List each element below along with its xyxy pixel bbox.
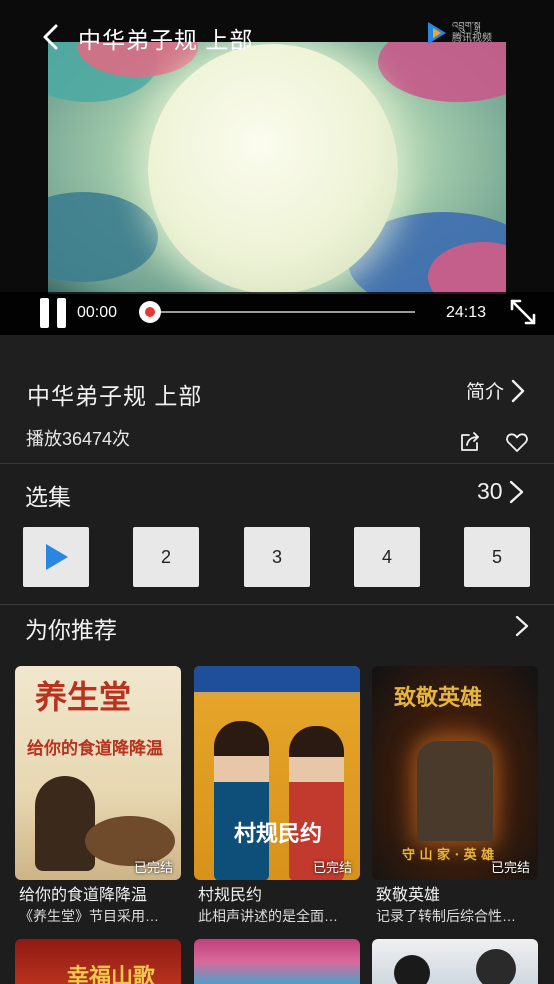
intro-link[interactable]: 简介 — [466, 377, 526, 404]
watermark: འབྲུག་སྒྲ 腾讯视频 — [426, 20, 492, 46]
play-icon — [46, 544, 68, 570]
poster-subheading: 给你的食道降降温 — [27, 739, 163, 759]
episode-list: 2 3 4 5 — [23, 527, 554, 587]
play-count: 播放36474次 — [26, 429, 131, 449]
card-title: 给你的食道降降温 — [19, 887, 148, 904]
recommend-card[interactable]: 村规民约 已完结 村规民约 此相声讲述的是全面… — [194, 666, 360, 936]
tencent-video-logo-icon — [428, 22, 446, 44]
share-icon[interactable] — [459, 431, 483, 453]
pause-button[interactable] — [40, 298, 68, 328]
episode-count: 30 — [477, 478, 503, 504]
poster-heading: 村规民约 — [234, 821, 323, 847]
poster-robot — [417, 741, 493, 841]
divider — [0, 463, 554, 464]
episode-current-button[interactable] — [23, 527, 89, 587]
episode-button[interactable]: 4 — [354, 527, 420, 587]
player-controls: 00:00 24:13 — [0, 292, 554, 335]
video-frame[interactable] — [48, 42, 506, 294]
divider — [0, 604, 554, 605]
recommend-card[interactable] — [194, 939, 360, 984]
chevron-right-icon[interactable] — [512, 614, 532, 638]
seek-bar[interactable] — [150, 311, 415, 313]
chevron-right-icon — [511, 379, 525, 402]
seek-thumb[interactable] — [139, 301, 161, 323]
poster-image: 村规民约 已完结 — [194, 666, 360, 880]
episode-button[interactable]: 5 — [464, 527, 530, 587]
fullscreen-icon[interactable] — [508, 297, 538, 327]
episodes-heading: 选集 — [25, 484, 71, 510]
poster-banner — [194, 666, 360, 696]
card-description: 记录了转制后综合性… — [376, 908, 516, 924]
poster-person — [394, 955, 430, 984]
poster-figure — [35, 776, 95, 871]
poster-heading: 致敬英雄 — [394, 685, 483, 711]
status-badge: 已完结 — [490, 860, 530, 875]
episode-button[interactable]: 2 — [133, 527, 199, 587]
watermark-line1: འབྲུག་སྒྲ — [452, 21, 481, 32]
card-description: 《养生堂》节目采用… — [19, 908, 159, 924]
recommend-card[interactable]: 养生堂 给你的食道降降温 已完结 给你的食道降降温 《养生堂》节目采用… — [15, 666, 181, 936]
recommend-card[interactable]: 幸福山歌 — [15, 939, 181, 984]
recommend-heading: 为你推荐 — [25, 617, 117, 643]
poster-image: 致敬英雄 守 山 家 · 英 雄 已完结 — [372, 666, 538, 880]
watermark-line2: 腾讯视频 — [452, 33, 492, 44]
program-info: 中华弟子规 上部 简介 播放36474次 — [0, 335, 554, 464]
episode-button[interactable]: 3 — [244, 527, 310, 587]
intro-label: 简介 — [466, 382, 505, 403]
poster-person — [476, 949, 516, 984]
recommend-card[interactable] — [372, 939, 538, 984]
poster-image: 养生堂 给你的食道降降温 已完结 — [15, 666, 181, 880]
status-badge: 已完结 — [312, 860, 352, 875]
video-player[interactable]: 中华弟子规 上部 འབྲུག་སྒྲ 腾讯视频 00:00 24:13 — [0, 0, 554, 335]
current-time: 00:00 — [77, 304, 118, 321]
recommend-card[interactable]: 致敬英雄 守 山 家 · 英 雄 已完结 致敬英雄 记录了转制后综合性… — [372, 666, 538, 936]
moon-image — [148, 44, 398, 294]
poster-performer — [214, 721, 269, 880]
episodes-more-link[interactable]: 30 — [477, 478, 525, 505]
poster-heading: 养生堂 — [35, 678, 132, 716]
poster-heading: 幸福山歌 — [67, 964, 156, 984]
program-title: 中华弟子规 上部 — [27, 383, 203, 409]
heart-icon[interactable] — [505, 431, 529, 453]
poster-subheading: 守 山 家 · 英 雄 — [402, 848, 495, 863]
status-badge: 已完结 — [133, 860, 173, 875]
back-arrow-icon[interactable] — [38, 22, 68, 52]
chevron-right-icon — [509, 480, 523, 503]
card-description: 此相声讲述的是全面… — [198, 908, 338, 924]
total-time: 24:13 — [446, 304, 487, 321]
card-title: 村规民约 — [198, 887, 263, 904]
card-title: 致敬英雄 — [376, 887, 441, 904]
video-title: 中华弟子规 上部 — [78, 27, 254, 53]
